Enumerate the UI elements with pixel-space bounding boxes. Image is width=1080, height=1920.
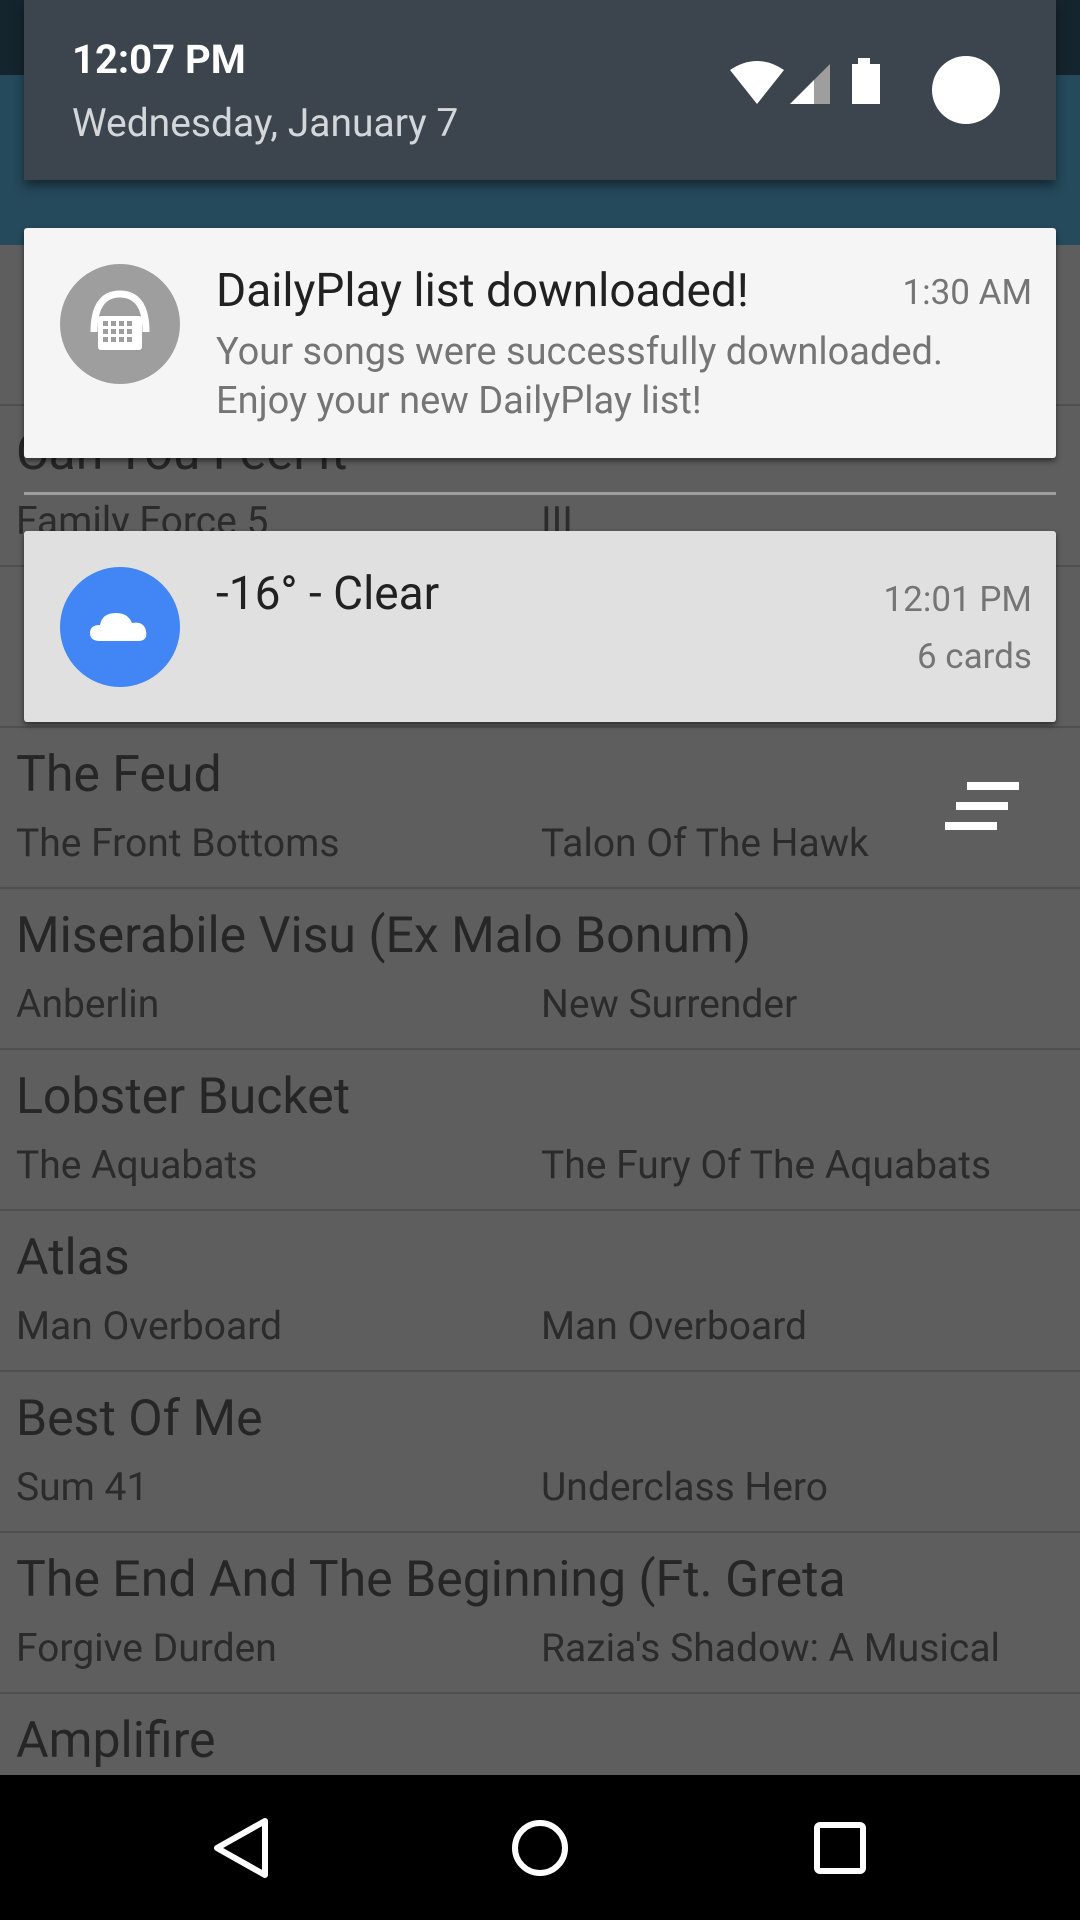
battery-icon [852, 58, 880, 104]
notification-text: Your songs were successfully downloaded. [216, 330, 944, 374]
list-item[interactable]: Amplifire [0, 1694, 1080, 1775]
song-title: The End And The Beginning (Ft. Greta [16, 1551, 846, 1609]
song-artist: Man Overboard [16, 1303, 283, 1349]
song-artist: The Front Bottoms [16, 820, 340, 866]
notification-title: -16° - Clear [216, 567, 440, 621]
song-title: Amplifire [16, 1712, 216, 1770]
signal-icon [790, 64, 830, 104]
notification-subtext: 6 cards [916, 636, 1032, 677]
song-title: Miserabile Visu (Ex Malo Bonum) [16, 907, 752, 965]
song-title: Lobster Bucket [16, 1068, 351, 1126]
song-title: The Feud [16, 746, 222, 804]
song-album: Talon Of The Hawk [541, 820, 869, 866]
recents-icon[interactable] [805, 1813, 875, 1883]
song-album: Razia's Shadow: A Musical [541, 1625, 1001, 1671]
list-item[interactable]: Atlas Man Overboard Man Overboard [0, 1211, 1080, 1372]
list-item[interactable]: The End And The Beginning (Ft. Greta For… [0, 1533, 1080, 1694]
song-artist: Forgive Durden [16, 1625, 277, 1671]
notification-time: 1:30 AM [902, 272, 1032, 313]
notification-shade-header[interactable]: 12:07 PM Wednesday, January 7 [24, 0, 1056, 180]
notification-weather[interactable]: -16° - Clear 12:01 PM 6 cards [24, 531, 1056, 722]
navigation-bar [0, 1775, 1080, 1920]
avatar[interactable] [932, 56, 1000, 124]
song-artist: Sum 41 [16, 1464, 149, 1510]
wifi-icon [730, 61, 784, 104]
song-album: New Surrender [541, 981, 798, 1027]
back-icon[interactable] [205, 1813, 275, 1883]
song-title: Atlas [16, 1229, 130, 1287]
song-artist: The Aquabats [16, 1142, 258, 1188]
list-item[interactable]: The Feud The Front Bottoms Talon Of The … [0, 728, 1080, 889]
list-item[interactable]: Lobster Bucket The Aquabats The Fury Of … [0, 1050, 1080, 1211]
notification-dailyplay[interactable]: DailyPlay list downloaded! 1:30 AM Your … [24, 228, 1056, 458]
divider [24, 492, 1056, 495]
radio-headphones-icon [60, 264, 180, 384]
date-text: Wednesday, January 7 [72, 100, 459, 146]
song-artist: Anberlin [16, 981, 160, 1027]
cloud-icon [60, 567, 180, 687]
song-album: The Fury Of The Aquabats [541, 1142, 992, 1188]
notification-title: DailyPlay list downloaded! [216, 264, 749, 318]
song-title: Best Of Me [16, 1390, 263, 1448]
clock-time: 12:07 PM [72, 36, 246, 83]
notification-text: Enjoy your new DailyPlay list! [216, 379, 702, 423]
home-icon[interactable] [505, 1813, 575, 1883]
song-album: Man Overboard [541, 1303, 808, 1349]
list-item[interactable]: Miserabile Visu (Ex Malo Bonum) Anberlin… [0, 889, 1080, 1050]
song-album: Underclass Hero [541, 1464, 828, 1510]
clear-all-icon[interactable] [945, 782, 1021, 834]
status-icons [730, 56, 1000, 124]
list-item[interactable]: Best Of Me Sum 41 Underclass Hero [0, 1372, 1080, 1533]
notification-time: 12:01 PM [883, 579, 1032, 620]
song-list[interactable]: Can You Feel It Family Force 5 III The F… [0, 245, 1080, 1775]
